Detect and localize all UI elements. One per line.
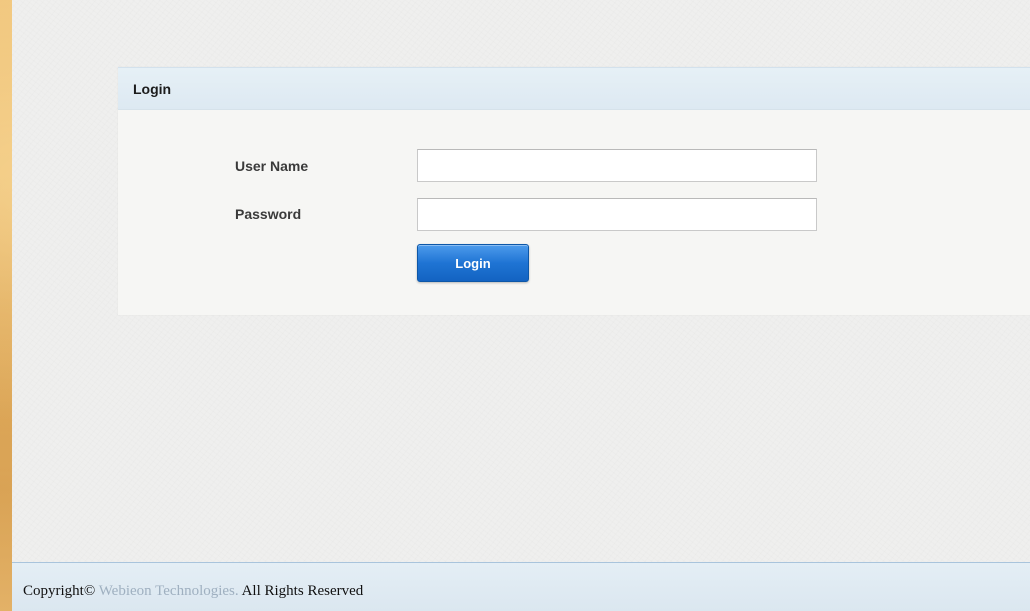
username-input[interactable] <box>417 149 817 182</box>
footer: Copyright© Webieon Technologies. All Rig… <box>12 562 1030 611</box>
rights-reserved: All Rights Reserved <box>241 583 364 599</box>
login-panel-title: Login <box>133 81 172 97</box>
copyright-prefix: Copyright© <box>23 583 96 599</box>
password-input[interactable] <box>417 198 817 231</box>
login-panel-header: Login <box>118 67 1030 110</box>
page-container: Login User Name Password Login Copyright… <box>12 0 1030 611</box>
username-label: User Name <box>235 158 309 174</box>
login-button[interactable]: Login <box>417 244 529 282</box>
password-label: Password <box>235 206 302 222</box>
login-panel: Login User Name Password Login <box>118 67 1030 315</box>
company-name: Webieon Technologies. <box>98 583 239 599</box>
copyright-text: Copyright© Webieon Technologies. All Rig… <box>23 583 363 600</box>
